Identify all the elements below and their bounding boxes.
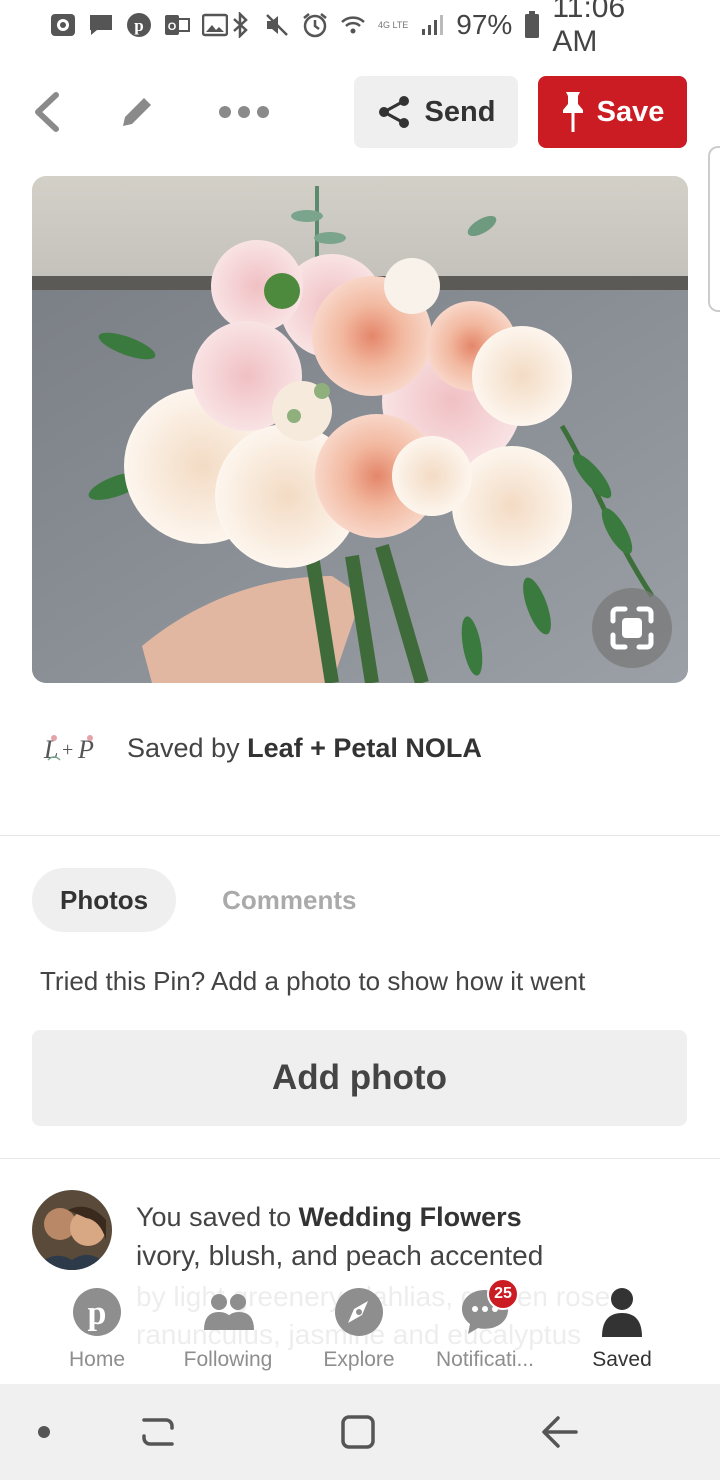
saved-by-text: Saved by Leaf + Petal NOLA	[127, 733, 482, 764]
dot-icon	[38, 1426, 50, 1438]
nav-notifications[interactable]: 25 Notificati...	[420, 1278, 550, 1384]
ellipsis-icon	[219, 106, 269, 118]
pinterest-icon: p	[69, 1284, 125, 1340]
leaf-petal-logo: L + P	[40, 726, 106, 770]
activity-summary: You saved to Wedding Flowers	[136, 1202, 522, 1233]
nav-explore[interactable]: Explore	[294, 1284, 424, 1384]
signal-icon	[420, 13, 444, 37]
nav-home[interactable]: p Home	[32, 1284, 162, 1384]
pinterest-icon: p	[126, 13, 152, 37]
android-nav-bar	[0, 1384, 720, 1480]
more-options-button[interactable]	[212, 84, 276, 140]
carrier-app-icon	[50, 13, 76, 37]
battery-icon	[524, 11, 540, 38]
battery-percent: 97%	[456, 9, 513, 40]
activity-prefix: You saved to	[136, 1202, 292, 1232]
nav-dot-indicator[interactable]	[20, 1408, 68, 1456]
compass-icon	[331, 1284, 387, 1340]
recents-button[interactable]	[134, 1408, 182, 1456]
svg-text:p: p	[134, 16, 143, 35]
home-button[interactable]	[334, 1408, 382, 1456]
section-divider	[0, 1158, 720, 1159]
save-label: Save	[596, 95, 665, 128]
photos-comments-tabs: Photos Comments	[32, 868, 384, 932]
section-divider	[0, 835, 720, 836]
bluetooth-icon	[228, 12, 252, 38]
lte-icon: 4G LTE	[378, 13, 408, 37]
saved-by-name[interactable]: Leaf + Petal NOLA	[247, 733, 482, 763]
message-icon	[88, 13, 114, 37]
nav-saved[interactable]: Saved	[557, 1284, 687, 1384]
people-icon	[200, 1284, 256, 1340]
visual-search-button[interactable]	[592, 588, 672, 668]
bottom-tab-bar: p Home Following Explore 25 Notificati..…	[0, 1278, 720, 1384]
chevron-left-icon	[35, 92, 59, 132]
pin-description: ivory, blush, and peach accented	[136, 1240, 544, 1271]
svg-text:p: p	[88, 1295, 107, 1332]
send-button[interactable]: Send	[354, 76, 518, 148]
nav-notifications-label: Notificati...	[435, 1348, 535, 1371]
saved-by-prefix: Saved by	[127, 732, 240, 763]
saved-by-row[interactable]: L + P Saved by Leaf + Petal NOLA	[40, 722, 482, 774]
alarm-icon	[302, 13, 328, 38]
pushpin-icon	[562, 92, 583, 132]
nav-following-label: Following	[183, 1348, 273, 1371]
side-panel-edge[interactable]	[708, 146, 720, 312]
nav-following[interactable]: Following	[163, 1284, 293, 1384]
clock: 11:06 AM	[552, 0, 626, 58]
recents-icon	[142, 1418, 174, 1446]
save-button[interactable]: Save	[538, 76, 687, 148]
back-button[interactable]	[24, 84, 68, 140]
mute-icon	[264, 13, 290, 37]
back-arrow-icon	[542, 1416, 578, 1448]
outlook-icon: O	[164, 13, 190, 37]
tried-prompt: Tried this Pin? Add a photo to show how …	[40, 966, 586, 996]
network-label: 4G LTE	[377, 19, 409, 30]
tab-photos[interactable]: Photos	[32, 868, 177, 932]
status-right-icons: 4G LTE 97% 11:06 AM	[228, 0, 668, 59]
add-photo-button[interactable]: Add photo	[32, 1030, 687, 1126]
nav-explore-label: Explore	[323, 1348, 395, 1371]
tab-comments[interactable]: Comments	[194, 868, 384, 932]
send-label: Send	[424, 95, 496, 128]
nav-saved-label: Saved	[592, 1348, 652, 1371]
home-square-icon	[341, 1415, 375, 1449]
svg-text:+: +	[62, 739, 73, 761]
chat-bubble-icon: 25	[457, 1278, 519, 1340]
pin-toolbar: Send Save	[0, 74, 720, 150]
nav-home-label: Home	[68, 1348, 126, 1371]
svg-text:O: O	[168, 21, 177, 33]
status-bar: p O 4G LTE 97% 11:06 AM	[0, 0, 720, 58]
notification-badge: 25	[487, 1278, 519, 1310]
share-icon	[378, 96, 409, 128]
lens-icon	[610, 606, 654, 650]
edit-button[interactable]	[112, 84, 162, 140]
avatar[interactable]	[32, 1190, 112, 1270]
wifi-icon	[340, 13, 366, 37]
gallery-icon	[202, 13, 228, 37]
person-icon	[594, 1284, 650, 1340]
system-back-button[interactable]	[536, 1408, 584, 1456]
board-name[interactable]: Wedding Flowers	[299, 1202, 522, 1232]
status-left-icons: p O	[50, 13, 228, 37]
pencil-icon	[123, 95, 154, 126]
pin-image[interactable]	[32, 176, 688, 683]
